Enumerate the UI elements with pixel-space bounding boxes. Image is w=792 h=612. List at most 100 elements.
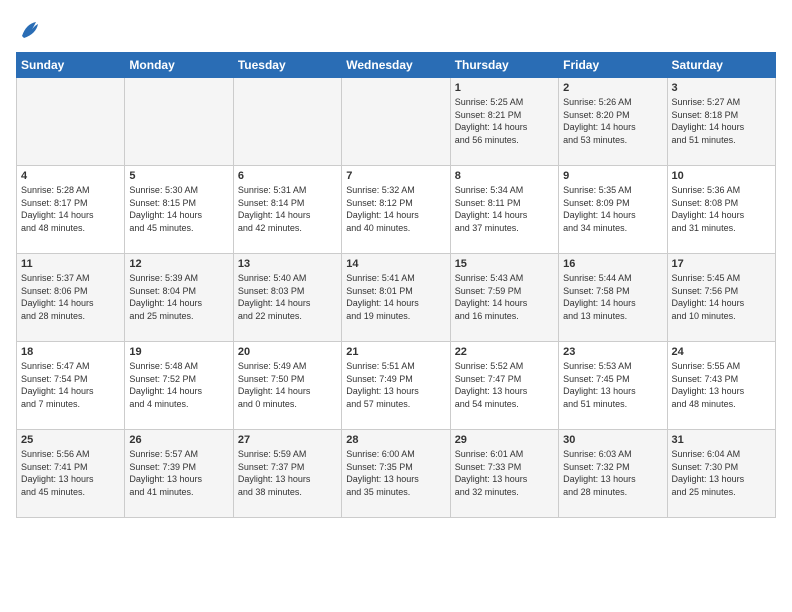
day-number: 29 bbox=[455, 434, 554, 446]
calendar-cell: 20 Sunrise: 5:49 AM Sunset: 7:50 PM Dayli… bbox=[233, 342, 341, 430]
calendar-cell: 24 Sunrise: 5:55 AM Sunset: 7:43 PM Dayli… bbox=[667, 342, 775, 430]
day-number: 20 bbox=[238, 346, 337, 358]
day-number: 4 bbox=[21, 170, 120, 182]
calendar-cell bbox=[125, 78, 233, 166]
cell-info: Sunrise: 5:59 AM Sunset: 7:37 PM Dayligh… bbox=[238, 448, 337, 498]
cell-info: Sunrise: 5:40 AM Sunset: 8:03 PM Dayligh… bbox=[238, 272, 337, 322]
day-number: 12 bbox=[129, 258, 228, 270]
day-number: 11 bbox=[21, 258, 120, 270]
day-number: 10 bbox=[672, 170, 771, 182]
day-number: 13 bbox=[238, 258, 337, 270]
cell-info: Sunrise: 5:31 AM Sunset: 8:14 PM Dayligh… bbox=[238, 184, 337, 234]
day-number: 23 bbox=[563, 346, 662, 358]
calendar-cell: 30Sunrise: 6:03 AM Sunset: 7:32 PM Dayli… bbox=[559, 430, 667, 518]
calendar-cell: 22 Sunrise: 5:52 AM Sunset: 7:47 PM Dayli… bbox=[450, 342, 558, 430]
day-number: 31 bbox=[672, 434, 771, 446]
week-row-5: 25 Sunrise: 5:56 AM Sunset: 7:41 PM Dayli… bbox=[17, 430, 776, 518]
day-number: 2 bbox=[563, 82, 662, 94]
day-number: 21 bbox=[346, 346, 445, 358]
calendar-cell: 4 Sunrise: 5:28 AM Sunset: 8:17 PM Daylig… bbox=[17, 166, 125, 254]
calendar-cell bbox=[342, 78, 450, 166]
header-cell-monday: Monday bbox=[125, 53, 233, 78]
day-number: 27 bbox=[238, 434, 337, 446]
cell-info: Sunrise: 5:49 AM Sunset: 7:50 PM Dayligh… bbox=[238, 360, 337, 410]
day-number: 30 bbox=[563, 434, 662, 446]
cell-info: Sunrise: 5:53 AM Sunset: 7:45 PM Dayligh… bbox=[563, 360, 662, 410]
header-row: SundayMondayTuesdayWednesdayThursdayFrid… bbox=[17, 53, 776, 78]
week-row-4: 18 Sunrise: 5:47 AM Sunset: 7:54 PM Dayli… bbox=[17, 342, 776, 430]
cell-info: Sunrise: 5:32 AM Sunset: 8:12 PM Dayligh… bbox=[346, 184, 445, 234]
calendar-cell: 5 Sunrise: 5:30 AM Sunset: 8:15 PM Daylig… bbox=[125, 166, 233, 254]
calendar-cell: 16 Sunrise: 5:44 AM Sunset: 7:58 PM Dayli… bbox=[559, 254, 667, 342]
logo-bird-icon bbox=[16, 16, 44, 44]
cell-info: Sunrise: 6:04 AM Sunset: 7:30 PM Dayligh… bbox=[672, 448, 771, 498]
cell-info: Sunrise: 5:41 AM Sunset: 8:01 PM Dayligh… bbox=[346, 272, 445, 322]
day-number: 28 bbox=[346, 434, 445, 446]
header-cell-sunday: Sunday bbox=[17, 53, 125, 78]
cell-info: Sunrise: 5:52 AM Sunset: 7:47 PM Dayligh… bbox=[455, 360, 554, 410]
day-number: 22 bbox=[455, 346, 554, 358]
day-number: 25 bbox=[21, 434, 120, 446]
cell-info: Sunrise: 5:45 AM Sunset: 7:56 PM Dayligh… bbox=[672, 272, 771, 322]
header-cell-tuesday: Tuesday bbox=[233, 53, 341, 78]
day-number: 16 bbox=[563, 258, 662, 270]
cell-info: Sunrise: 6:01 AM Sunset: 7:33 PM Dayligh… bbox=[455, 448, 554, 498]
cell-info: Sunrise: 5:27 AM Sunset: 8:18 PM Dayligh… bbox=[672, 96, 771, 146]
cell-info: Sunrise: 5:43 AM Sunset: 7:59 PM Dayligh… bbox=[455, 272, 554, 322]
week-row-1: 1Sunrise: 5:25 AM Sunset: 8:21 PM Daylig… bbox=[17, 78, 776, 166]
calendar-cell: 28 Sunrise: 6:00 AM Sunset: 7:35 PM Dayli… bbox=[342, 430, 450, 518]
calendar-cell: 3 Sunrise: 5:27 AM Sunset: 8:18 PM Daylig… bbox=[667, 78, 775, 166]
calendar-cell: 2 Sunrise: 5:26 AM Sunset: 8:20 PM Daylig… bbox=[559, 78, 667, 166]
day-number: 14 bbox=[346, 258, 445, 270]
calendar-cell: 19 Sunrise: 5:48 AM Sunset: 7:52 PM Dayli… bbox=[125, 342, 233, 430]
logo bbox=[16, 16, 48, 44]
day-number: 1 bbox=[455, 82, 554, 94]
cell-info: Sunrise: 5:35 AM Sunset: 8:09 PM Dayligh… bbox=[563, 184, 662, 234]
calendar-cell bbox=[17, 78, 125, 166]
day-number: 17 bbox=[672, 258, 771, 270]
calendar-cell: 8 Sunrise: 5:34 AM Sunset: 8:11 PM Daylig… bbox=[450, 166, 558, 254]
calendar-cell: 15Sunrise: 5:43 AM Sunset: 7:59 PM Dayli… bbox=[450, 254, 558, 342]
calendar-cell: 10 Sunrise: 5:36 AM Sunset: 8:08 PM Dayli… bbox=[667, 166, 775, 254]
day-number: 18 bbox=[21, 346, 120, 358]
day-number: 8 bbox=[455, 170, 554, 182]
day-number: 7 bbox=[346, 170, 445, 182]
day-number: 5 bbox=[129, 170, 228, 182]
cell-info: Sunrise: 5:30 AM Sunset: 8:15 PM Dayligh… bbox=[129, 184, 228, 234]
calendar-table: SundayMondayTuesdayWednesdayThursdayFrid… bbox=[16, 52, 776, 518]
calendar-cell: 25 Sunrise: 5:56 AM Sunset: 7:41 PM Dayli… bbox=[17, 430, 125, 518]
calendar-cell: 7 Sunrise: 5:32 AM Sunset: 8:12 PM Daylig… bbox=[342, 166, 450, 254]
day-number: 24 bbox=[672, 346, 771, 358]
day-number: 3 bbox=[672, 82, 771, 94]
calendar-cell: 9Sunrise: 5:35 AM Sunset: 8:09 PM Daylig… bbox=[559, 166, 667, 254]
header-cell-thursday: Thursday bbox=[450, 53, 558, 78]
cell-info: Sunrise: 5:44 AM Sunset: 7:58 PM Dayligh… bbox=[563, 272, 662, 322]
calendar-cell: 6 Sunrise: 5:31 AM Sunset: 8:14 PM Daylig… bbox=[233, 166, 341, 254]
header-cell-saturday: Saturday bbox=[667, 53, 775, 78]
cell-info: Sunrise: 5:57 AM Sunset: 7:39 PM Dayligh… bbox=[129, 448, 228, 498]
calendar-cell: 12Sunrise: 5:39 AM Sunset: 8:04 PM Dayli… bbox=[125, 254, 233, 342]
calendar-cell: 1Sunrise: 5:25 AM Sunset: 8:21 PM Daylig… bbox=[450, 78, 558, 166]
cell-info: Sunrise: 5:47 AM Sunset: 7:54 PM Dayligh… bbox=[21, 360, 120, 410]
calendar-cell: 23 Sunrise: 5:53 AM Sunset: 7:45 PM Dayli… bbox=[559, 342, 667, 430]
header-cell-wednesday: Wednesday bbox=[342, 53, 450, 78]
week-row-2: 4 Sunrise: 5:28 AM Sunset: 8:17 PM Daylig… bbox=[17, 166, 776, 254]
cell-info: Sunrise: 5:48 AM Sunset: 7:52 PM Dayligh… bbox=[129, 360, 228, 410]
day-number: 6 bbox=[238, 170, 337, 182]
day-number: 26 bbox=[129, 434, 228, 446]
calendar-cell: 14 Sunrise: 5:41 AM Sunset: 8:01 PM Dayli… bbox=[342, 254, 450, 342]
calendar-cell: 21Sunrise: 5:51 AM Sunset: 7:49 PM Dayli… bbox=[342, 342, 450, 430]
day-number: 19 bbox=[129, 346, 228, 358]
calendar-cell: 29 Sunrise: 6:01 AM Sunset: 7:33 PM Dayli… bbox=[450, 430, 558, 518]
cell-info: Sunrise: 6:00 AM Sunset: 7:35 PM Dayligh… bbox=[346, 448, 445, 498]
cell-info: Sunrise: 5:36 AM Sunset: 8:08 PM Dayligh… bbox=[672, 184, 771, 234]
calendar-cell: 13 Sunrise: 5:40 AM Sunset: 8:03 PM Dayli… bbox=[233, 254, 341, 342]
cell-info: Sunrise: 5:34 AM Sunset: 8:11 PM Dayligh… bbox=[455, 184, 554, 234]
cell-info: Sunrise: 5:28 AM Sunset: 8:17 PM Dayligh… bbox=[21, 184, 120, 234]
calendar-cell bbox=[233, 78, 341, 166]
cell-info: Sunrise: 5:56 AM Sunset: 7:41 PM Dayligh… bbox=[21, 448, 120, 498]
week-row-3: 11Sunrise: 5:37 AM Sunset: 8:06 PM Dayli… bbox=[17, 254, 776, 342]
cell-info: Sunrise: 5:55 AM Sunset: 7:43 PM Dayligh… bbox=[672, 360, 771, 410]
calendar-cell: 11Sunrise: 5:37 AM Sunset: 8:06 PM Dayli… bbox=[17, 254, 125, 342]
cell-info: Sunrise: 5:26 AM Sunset: 8:20 PM Dayligh… bbox=[563, 96, 662, 146]
